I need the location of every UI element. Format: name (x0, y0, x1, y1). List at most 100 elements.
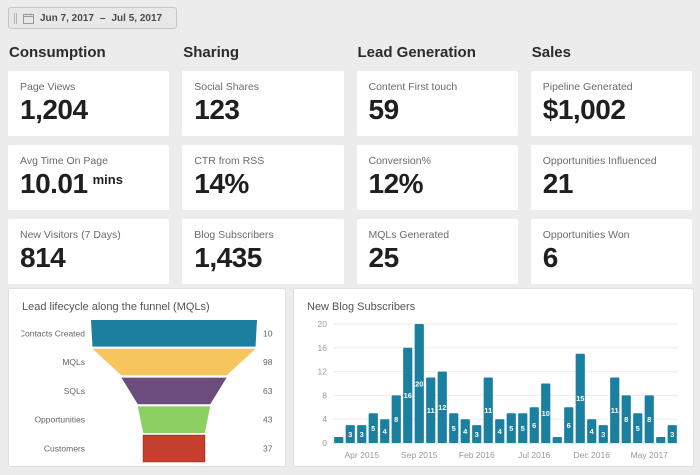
bar-value-label: 5 (509, 424, 513, 433)
date-range-end: Jul 5, 2017 (111, 13, 162, 24)
funnel-percent-label: 63.41% (263, 386, 273, 396)
x-tick-label: Feb 2016 (459, 450, 495, 460)
y-tick-label: 12 (318, 367, 328, 377)
metric-card-ctr-from-rss: CTR from RSS 14% (182, 145, 343, 210)
funnel-stage-label: Opportunities (34, 415, 85, 425)
funnel-segment (92, 349, 255, 376)
calendar-icon (23, 13, 34, 24)
dashboard-page: Jun 7, 2017 – Jul 5, 2017 Consumption Pa… (0, 0, 700, 475)
metric-value: $1,002 (543, 94, 626, 125)
bar-value-label: 11 (427, 406, 435, 415)
charts-row: Lead lifecycle along the funnel (MQLs) N… (8, 288, 692, 467)
metric-label: CTR from RSS (194, 155, 331, 167)
funnel-percent-label: 37.03% (263, 444, 273, 454)
bar-chart-panel: New Blog Subscribers 0481216203354816201… (293, 288, 694, 467)
funnel-panel: Lead lifecycle along the funnel (MQLs) N… (8, 288, 286, 467)
metric-card-conversion-pct: Conversion% 12% (357, 145, 518, 210)
funnel-chart: New Contacts Created100.00%MQLs98.23%SQL… (21, 318, 273, 464)
bar (656, 437, 665, 443)
bar (553, 437, 562, 443)
bar-value-label: 6 (532, 421, 536, 430)
bar-value-label: 6 (567, 421, 571, 430)
metric-value: 123 (194, 94, 239, 125)
bar (334, 437, 343, 443)
metric-card-opportunities-won: Opportunities Won 6 (531, 219, 692, 284)
date-range-start: Jun 7, 2017 (40, 13, 94, 24)
bar-value-label: 5 (521, 424, 525, 433)
metric-column-sharing: Sharing Social Shares 123 CTR from RSS 1… (182, 38, 343, 293)
metric-column-sales: Sales Pipeline Generated $1,002 Opportun… (531, 38, 692, 293)
metric-label: Opportunities Won (543, 229, 680, 241)
funnel-stage-label: MQLs (62, 357, 85, 367)
funnel-percent-label: 98.23% (263, 357, 273, 367)
bar-value-label: 3 (348, 430, 352, 439)
funnel-percent-label: 43.67% (263, 415, 273, 425)
metric-label: New Visitors (7 Days) (20, 229, 157, 241)
bar-value-label: 5 (452, 424, 456, 433)
metric-suffix: mins (93, 172, 123, 187)
metric-card-opportunities-influenced: Opportunities Influenced 21 (531, 145, 692, 210)
bar-value-label: 5 (636, 424, 640, 433)
bar-value-label: 8 (624, 415, 628, 424)
metric-label: Blog Subscribers (194, 229, 331, 241)
bar-value-label: 8 (647, 415, 651, 424)
bar-value-label: 11 (611, 406, 619, 415)
x-tick-label: May 2017 (631, 450, 669, 460)
metric-column-consumption: Consumption Page Views 1,204 Avg Time On… (8, 38, 169, 293)
metric-value: 6 (543, 242, 558, 273)
metric-value: 59 (369, 94, 399, 125)
bar-value-label: 16 (404, 391, 412, 400)
column-header-sharing: Sharing (183, 44, 343, 61)
metric-card-pipeline-generated: Pipeline Generated $1,002 (531, 71, 692, 136)
x-tick-label: Apr 2015 (345, 450, 380, 460)
metric-label: MQLs Generated (369, 229, 506, 241)
y-tick-label: 0 (322, 438, 327, 448)
bar-value-label: 3 (601, 430, 605, 439)
metric-card-mqls-generated: MQLs Generated 25 (357, 219, 518, 284)
bar-value-label: 12 (438, 403, 446, 412)
metric-column-lead-generation: Lead Generation Content First touch 59 C… (357, 38, 518, 293)
metric-label: Content First touch (369, 81, 506, 93)
column-header-lead-generation: Lead Generation (358, 44, 518, 61)
metric-label: Page Views (20, 81, 157, 93)
funnel-stage-label: New Contacts Created (21, 328, 85, 338)
y-tick-label: 20 (318, 319, 328, 329)
metric-value: 21 (543, 168, 573, 199)
funnel-stage-label: SQLs (64, 386, 85, 396)
bar-value-label: 10 (542, 409, 550, 418)
metric-value: 25 (369, 242, 399, 273)
funnel-chart-title: Lead lifecycle along the funnel (MQLs) (22, 301, 273, 313)
metric-card-social-shares: Social Shares 123 (182, 71, 343, 136)
metric-label: Avg Time On Page (20, 155, 157, 167)
y-tick-label: 8 (322, 390, 327, 400)
bar-value-label: 3 (475, 430, 479, 439)
bar-chart: 0481216203354816201112543114556106154311… (306, 318, 681, 464)
x-tick-label: Sep 2015 (401, 450, 438, 460)
funnel-stage-label: Customers (44, 444, 85, 454)
column-header-sales: Sales (532, 44, 692, 61)
bar-value-label: 15 (576, 394, 584, 403)
x-tick-label: Jul 2016 (518, 450, 550, 460)
metric-card-blog-subscribers: Blog Subscribers 1,435 (182, 219, 343, 284)
metric-card-avg-time-on-page: Avg Time On Page 10.01mins (8, 145, 169, 210)
date-range-separator: – (100, 13, 106, 24)
metric-card-content-first-touch: Content First touch 59 (357, 71, 518, 136)
y-tick-label: 16 (318, 343, 328, 353)
metric-card-page-views: Page Views 1,204 (8, 71, 169, 136)
funnel-segment (91, 320, 257, 347)
funnel-segment (143, 435, 204, 462)
metric-label: Social Shares (194, 81, 331, 93)
column-header-consumption: Consumption (9, 44, 169, 61)
bar-chart-title: New Blog Subscribers (307, 301, 681, 313)
metric-value: 12% (369, 168, 424, 199)
date-range-label: Jun 7, 2017 – Jul 5, 2017 (40, 13, 162, 24)
bar-value-label: 20 (415, 379, 423, 388)
metric-label: Pipeline Generated (543, 81, 680, 93)
metric-value: 14% (194, 168, 249, 199)
metric-value: 1,204 (20, 94, 88, 125)
funnel-segment (138, 406, 210, 433)
metric-value: 814 (20, 242, 65, 273)
date-range-picker[interactable]: Jun 7, 2017 – Jul 5, 2017 (8, 7, 177, 29)
metric-label: Conversion% (369, 155, 506, 167)
bar-value-label: 11 (484, 406, 492, 415)
